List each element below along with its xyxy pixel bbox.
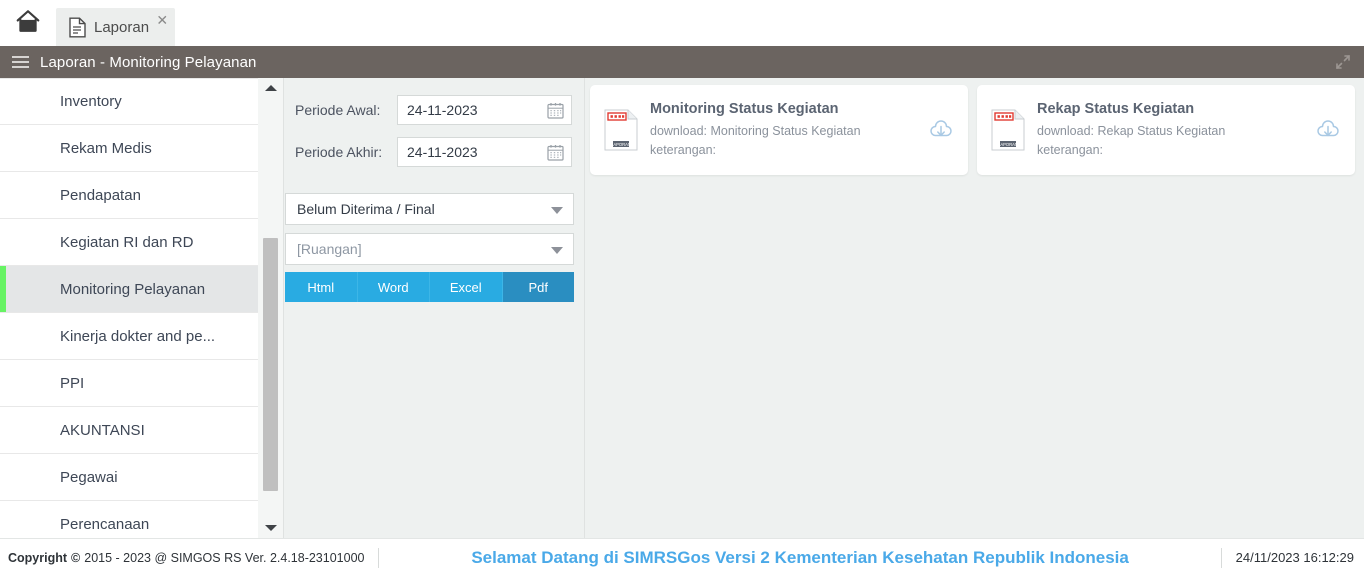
sidebar-item-pegawai[interactable]: Pegawai (0, 454, 258, 501)
home-icon (15, 8, 41, 39)
report-card-text: Rekap Status Kegiatan download: Rekap St… (1037, 101, 1315, 158)
report-title: Rekap Status Kegiatan (1037, 101, 1195, 118)
report-keterangan-text: keterangan: (1037, 142, 1104, 157)
close-icon[interactable]: ✕ (156, 13, 168, 27)
status-select[interactable]: Belum Diterima / Final (285, 193, 574, 225)
svg-text:LAPORAN: LAPORAN (611, 142, 631, 147)
triangle-down-icon[interactable] (258, 518, 284, 538)
report-download-text: download: Monitoring Status Kegiatan (650, 124, 861, 139)
hamburger-menu-icon[interactable] (0, 46, 40, 78)
browser-tab-laporan[interactable]: Laporan ✕ (56, 8, 176, 46)
panel-divider (584, 78, 585, 538)
sidebar-item-label: Perencanaan (60, 515, 150, 533)
report-card-monitoring-status-kegiatan[interactable]: LAPORAN Monitoring Status Kegiatan downl… (590, 85, 968, 175)
sidebar-item-label: Rekam Medis (60, 139, 152, 157)
chevron-down-icon[interactable] (551, 207, 563, 214)
export-word-button[interactable]: Word (357, 272, 430, 302)
sidebar-item-label: Kinerja dokter and pe... (60, 327, 216, 345)
sidebar-item-ppi[interactable]: PPI (0, 360, 258, 407)
welcome-message: Selamat Datang di SIMRSGos Versi 2 Kemen… (471, 547, 1129, 567)
periode-akhir-input[interactable]: 24-11-2023 (397, 137, 572, 167)
sidebar-item-kegiatan-ri-dan-rd[interactable]: Kegiatan RI dan RD (0, 219, 258, 266)
report-card-text: Monitoring Status Kegiatan download: Mon… (650, 101, 928, 158)
periode-akhir-row: Periode Akhir: 24-11-2023 (285, 137, 585, 167)
export-html-button[interactable]: Html (285, 272, 358, 302)
sidebar-item-label: Pendapatan (60, 186, 141, 204)
sidebar-item-rekam-medis[interactable]: Rekam Medis (0, 125, 258, 172)
report-document-icon: LAPORAN (604, 109, 638, 151)
report-download-text: download: Rekap Status Kegiatan (1037, 124, 1226, 139)
sidebar-item-label: Inventory (60, 93, 122, 110)
report-filter-panel: Periode Awal: 24-11-2023 Periode Akhir: (285, 78, 585, 538)
copyright-text: Copyright © 2015 - 2023 @ SIMGOS RS Ver.… (0, 551, 364, 565)
scrollbar-thumb[interactable] (263, 238, 278, 491)
report-keterangan-text: keterangan: (650, 142, 717, 157)
sidebar-item-label: PPI (60, 374, 85, 392)
browser-tab-label: Laporan (94, 18, 150, 36)
export-format-buttons: Html Word Excel Pdf (285, 272, 574, 302)
expand-fullscreen-icon[interactable] (1334, 53, 1354, 73)
svg-text:LAPORAN: LAPORAN (998, 142, 1018, 147)
export-excel-button[interactable]: Excel (430, 272, 503, 302)
periode-akhir-value: 24-11-2023 (407, 144, 478, 160)
workspace: Inventory Rekam Medis Pendapatan Kegiata… (0, 78, 1364, 538)
ruangan-select-value: [Ruangan] (297, 241, 362, 257)
sidebar-item-pendapatan[interactable]: Pendapatan (0, 172, 258, 219)
copyright-symbol-icon: © (71, 550, 81, 565)
page-title: Laporan - Monitoring Pelayanan (40, 53, 257, 71)
cloud-download-icon[interactable] (928, 117, 954, 143)
chevron-down-icon[interactable] (551, 247, 563, 254)
sidebar-item-label: Monitoring Pelayanan (60, 280, 206, 298)
home-button[interactable] (0, 0, 56, 46)
periode-awal-value: 24-11-2023 (407, 102, 478, 118)
report-title: Monitoring Status Kegiatan (650, 101, 839, 118)
application-header-bar: Laporan - Monitoring Pelayanan (0, 46, 1364, 78)
report-document-icon: LAPORAN (991, 109, 1025, 151)
footer-divider (1220, 547, 1222, 568)
export-pdf-button[interactable]: Pdf (502, 272, 574, 302)
footer-bar: Copyright © 2015 - 2023 @ SIMGOS RS Ver.… (0, 538, 1364, 576)
sidebar-item-monitoring-pelayanan[interactable]: Monitoring Pelayanan (0, 266, 258, 313)
periode-awal-label: Periode Awal: (295, 102, 381, 118)
application-window: Laporan ✕ Laporan - Monitoring Pelayanan… (0, 0, 1364, 576)
sidebar-item-label: Pegawai (60, 468, 118, 486)
sidebar-item-inventory[interactable]: Inventory (0, 78, 258, 125)
cloud-download-icon[interactable] (1315, 117, 1341, 143)
periode-awal-row: Periode Awal: 24-11-2023 (285, 95, 585, 125)
browser-tab-strip: Laporan ✕ (0, 0, 1364, 46)
footer-divider (378, 547, 380, 568)
ruangan-select[interactable]: [Ruangan] (285, 233, 574, 265)
status-select-value: Belum Diterima / Final (297, 201, 435, 217)
sidebar-item-perencanaan[interactable]: Perencanaan (0, 501, 258, 538)
sidebar-item-label: Kegiatan RI dan RD (60, 233, 194, 251)
report-card-rekap-status-kegiatan[interactable]: LAPORAN Rekap Status Kegiatan download: … (977, 85, 1355, 175)
footer-timestamp: 24/11/2023 16:12:29 (1235, 550, 1354, 565)
triangle-up-icon[interactable] (258, 78, 284, 98)
calendar-icon[interactable] (547, 102, 564, 119)
sidebar-item-akuntansi[interactable]: AKUNTANSI (0, 407, 258, 454)
periode-awal-input[interactable]: 24-11-2023 (397, 95, 572, 125)
sidebar-menu: Inventory Rekam Medis Pendapatan Kegiata… (0, 78, 258, 538)
sidebar-item-kinerja-dokter[interactable]: Kinerja dokter and pe... (0, 313, 258, 360)
sidebar-scrollbar[interactable] (258, 78, 284, 538)
periode-akhir-label: Periode Akhir: (295, 144, 383, 160)
copyright-detail: 2015 - 2023 @ SIMGOS RS Ver. 2.4.18-2310… (84, 550, 365, 565)
document-icon (68, 17, 87, 38)
report-card-list: LAPORAN Monitoring Status Kegiatan downl… (590, 85, 1364, 195)
sidebar-item-label: AKUNTANSI (60, 421, 145, 439)
copyright-word: Copyright (8, 550, 68, 565)
calendar-icon[interactable] (547, 144, 564, 161)
